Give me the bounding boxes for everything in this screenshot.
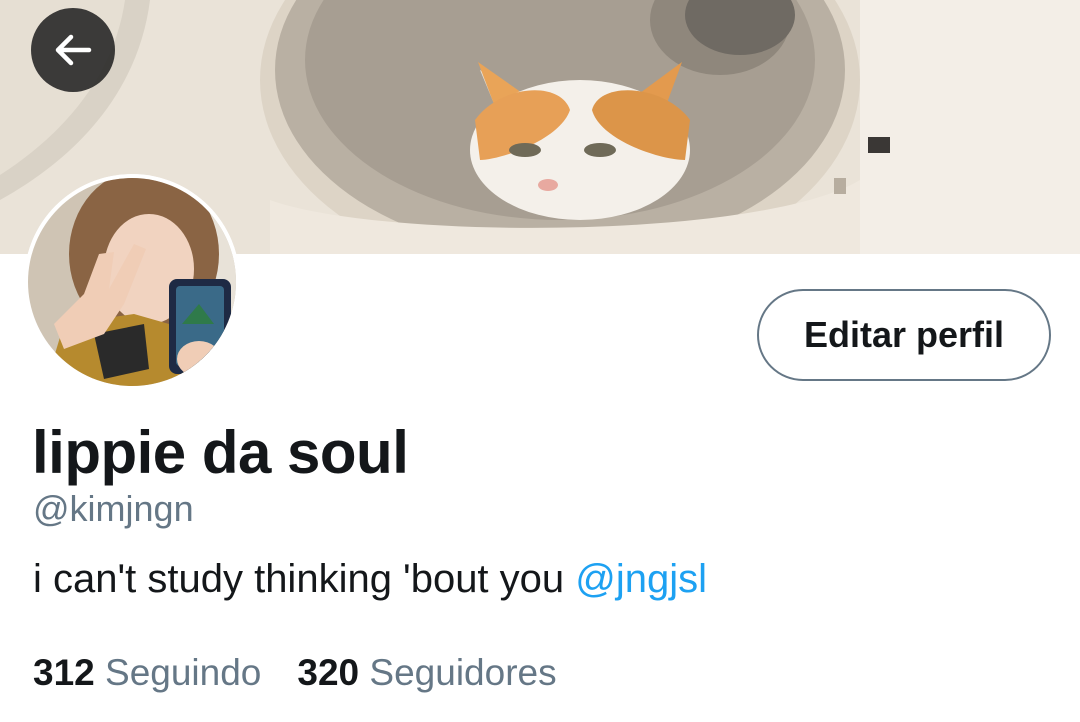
profile-stats: 312 Seguindo 320 Seguidores [33,652,557,694]
edit-profile-button[interactable]: Editar perfil [757,289,1051,381]
profile-handle: @kimjngn [33,488,194,529]
following-count: 312 [33,652,95,693]
profile-avatar[interactable] [24,174,240,390]
arrow-left-icon [55,34,92,66]
following-stat[interactable]: 312 Seguindo [33,652,261,694]
followers-label: Seguidores [369,652,557,693]
avatar-photo [24,174,240,390]
bio-text: i can't study thinking 'bout you [33,557,576,601]
profile-page: Editar perfil lippie da soul @kimjngn i … [0,0,1080,722]
following-label: Seguindo [105,652,262,693]
profile-display-name: lippie da soul [32,419,409,486]
bio-mention-link[interactable]: @jngjsl [575,557,707,601]
followers-count: 320 [297,652,360,693]
back-button[interactable] [31,8,115,92]
profile-bio: i can't study thinking 'bout you @jngjsl [33,557,707,602]
followers-stat[interactable]: 320 Seguidores [297,652,556,694]
